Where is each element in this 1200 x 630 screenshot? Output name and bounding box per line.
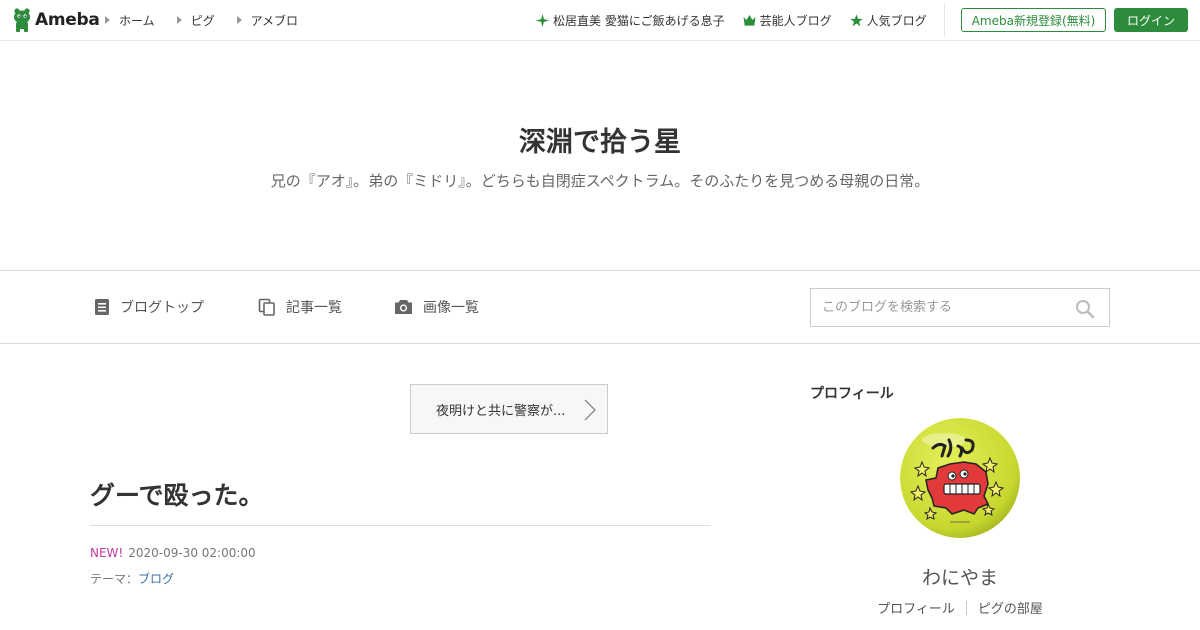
chevron-right-icon [584, 399, 596, 421]
ameba-mascot-icon [14, 8, 30, 32]
blog-search-input[interactable] [811, 289, 1061, 326]
article-list-label: 記事一覧 [286, 300, 342, 316]
register-button[interactable]: Ameba新規登録(無料) [961, 8, 1106, 32]
popular-blog-label: 人気ブログ [866, 13, 927, 28]
nav-right: 松居直美 愛猫にご飯あげる息子 芸能人ブログ 人気ブログ [536, 0, 945, 40]
trending-topic-label: 松居直美 愛猫にご飯あげる息子 [553, 13, 725, 28]
camera-icon [395, 300, 412, 314]
celebrity-blog-label: 芸能人ブログ [759, 13, 832, 28]
star-icon [849, 14, 863, 26]
sparkle-icon [536, 13, 549, 27]
article-meta: NEW! 2020-09-30 02:00:00 [90, 546, 256, 560]
image-list-link[interactable]: 画像一覧 [394, 271, 479, 343]
nav-pigg-label: ピグ [190, 13, 215, 28]
nav-pigg-link[interactable]: ピグ [176, 12, 215, 29]
popular-blog-link[interactable]: 人気ブログ [849, 12, 927, 29]
nav-home-link[interactable]: ホーム [105, 12, 155, 29]
previous-article-button[interactable]: 夜明けと共に警察が... [410, 384, 608, 434]
profile-links: プロフィール ピグの部屋 [810, 598, 1110, 617]
blog-search [810, 288, 1110, 327]
nav-left: ホーム ピグ アメブロ [105, 0, 320, 40]
blog-description: 兄の『アオ』。弟の『ミドリ』。どちらも自閉症スペクトラム。そのふたりを見つめる母… [270, 172, 930, 190]
document-icon [95, 299, 109, 315]
logo-text: Ameba [35, 10, 100, 30]
link-separator [965, 600, 967, 615]
triangle-right-icon [236, 16, 242, 24]
triangle-right-icon [105, 16, 110, 24]
top-navigation-bar: Ameba ホーム ピグ アメブロ 松居直美 愛猫にご飯あげる息子 芸能人ブログ… [0, 0, 1200, 41]
blog-top-label: ブログトップ [120, 300, 204, 316]
ameba-logo[interactable]: Ameba [12, 8, 100, 32]
topbar-divider [944, 4, 945, 36]
blog-top-link[interactable]: ブログトップ [94, 271, 204, 343]
pigg-room-link[interactable]: ピグの部屋 [978, 598, 1043, 617]
avatar-image [900, 418, 1020, 538]
article-title-divider [90, 525, 711, 526]
theme-prefix: テーマ： [90, 572, 139, 586]
nav-ameblo-label: アメブロ [250, 13, 299, 28]
profile-heading: プロフィール [810, 386, 894, 402]
login-button[interactable]: ログイン [1114, 8, 1188, 32]
copy-icon [258, 298, 275, 316]
crown-icon [743, 15, 756, 26]
triangle-right-icon [176, 16, 182, 24]
image-list-label: 画像一覧 [423, 300, 479, 316]
nav-ameblo-link[interactable]: アメブロ [236, 12, 299, 29]
celebrity-blog-link[interactable]: 芸能人ブログ [743, 12, 832, 29]
profile-name[interactable]: わにやま [810, 563, 1110, 590]
blog-navigation: ブログトップ 記事一覧 画像一覧 [0, 270, 1200, 344]
theme-link[interactable]: ブログ [138, 572, 174, 586]
article-datetime: 2020-09-30 02:00:00 [128, 546, 256, 560]
article-title[interactable]: グーで殴った。 [90, 476, 264, 512]
trending-topic-link[interactable]: 松居直美 愛猫にご飯あげる息子 [536, 12, 725, 29]
previous-article-label: 夜明けと共に警察が... [436, 403, 566, 419]
article-list-link[interactable]: 記事一覧 [258, 271, 342, 343]
new-badge: NEW! [90, 546, 124, 560]
search-icon[interactable] [1075, 299, 1095, 319]
article-theme: テーマ：ブログ [90, 570, 174, 587]
blog-title[interactable]: 深淵で拾う星 [0, 120, 1200, 159]
nav-home-label: ホーム [119, 13, 155, 28]
avatar[interactable] [900, 418, 1020, 538]
profile-link[interactable]: プロフィール [877, 598, 955, 617]
